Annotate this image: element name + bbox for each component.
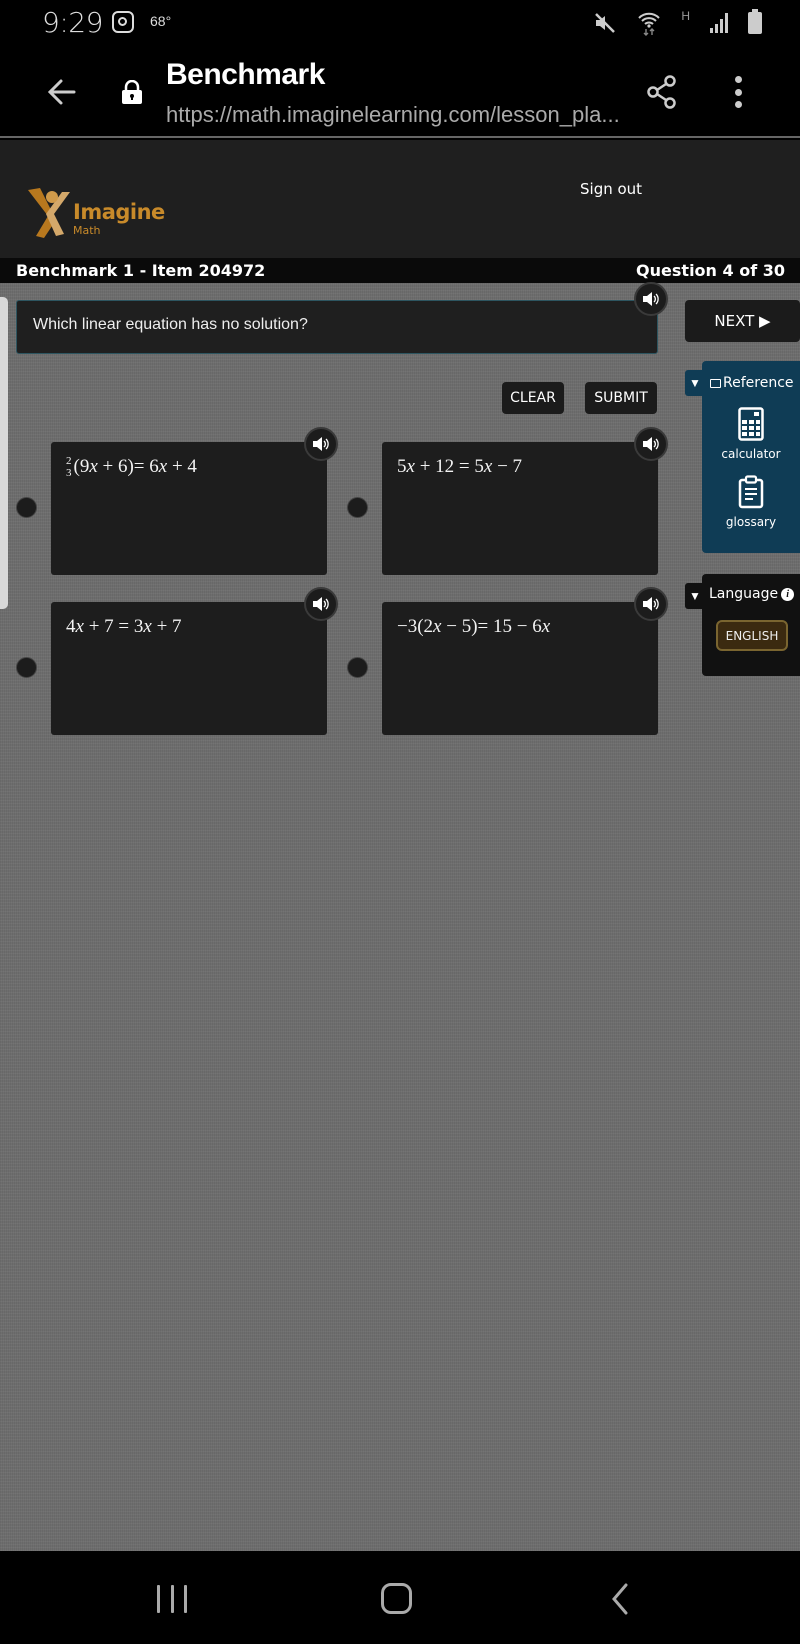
next-button[interactable]: NEXT ▶ [685,300,800,342]
status-bar: 9:29 68° H [0,0,800,46]
speaker-icon [643,437,659,451]
battery-icon [748,9,762,34]
logo-subtext: Math [73,224,101,237]
more-vert-icon[interactable] [726,76,750,108]
answer-c-radio[interactable] [16,657,37,678]
side-drawer-handle[interactable] [0,297,8,609]
language-panel: Language i ENGLISH [702,574,800,676]
question-area: Which linear equation has no solution? N… [0,282,800,1551]
answer-a-radio[interactable] [16,497,37,518]
language-header: Language i [709,586,795,602]
clipboard-icon [738,475,764,509]
clear-button[interactable]: CLEAR [502,382,564,414]
calculator-label: calculator [721,447,781,461]
info-icon[interactable]: i [781,587,795,601]
answer-b-audio-button[interactable] [634,427,668,461]
browser-toolbar: Benchmark https://math.imaginelearning.c… [0,46,800,138]
url-field[interactable]: https://math.imaginelearning.com/lesson_… [166,102,620,128]
share-icon[interactable] [646,74,678,110]
sign-out-link[interactable]: Sign out [580,180,642,198]
reference-title: Reference [723,375,794,391]
answer-a-card[interactable]: 23 (9x + 6)= 6x + 4 [51,442,327,575]
answer-c-audio-button[interactable] [304,587,338,621]
logo-figure-icon [28,188,70,238]
page-title: Benchmark [166,58,325,91]
answer-d-equation: −3(2x − 5)= 15 − 6x [397,616,551,637]
lock-icon [122,80,142,104]
reference-header: Reference [710,375,794,391]
answer-a-audio-button[interactable] [304,427,338,461]
item-title: Benchmark 1 - Item 204972 [16,261,266,280]
calculator-icon [738,407,764,441]
question-text: Which linear equation has no solution? [33,316,308,333]
question-progress: Question 4 of 30 [636,261,785,280]
instagram-icon [112,11,134,33]
wifi-icon [638,12,661,36]
answer-c-equation: 4x + 7 = 3x + 7 [66,616,182,637]
signal-icon [710,13,728,33]
answer-c-card[interactable]: 4x + 7 = 3x + 7 [51,602,327,735]
speaker-icon [313,437,329,451]
home-icon[interactable] [381,1583,412,1614]
speaker-icon [643,597,659,611]
system-nav-bar [0,1551,800,1644]
answer-d-radio[interactable] [347,657,368,678]
glossary-button[interactable]: glossary [702,475,800,529]
answer-d-audio-button[interactable] [634,587,668,621]
submit-button[interactable]: SUBMIT [585,382,657,414]
item-bar: Benchmark 1 - Item 204972 Question 4 of … [0,258,800,283]
question-box: Which linear equation has no solution? [16,300,658,354]
reference-panel: Reference calculator glossary [702,361,800,553]
answer-b-radio[interactable] [347,497,368,518]
calculator-button[interactable]: calculator [702,407,800,461]
network-type: H [681,9,690,23]
back-arrow-icon[interactable] [44,74,80,110]
speaker-icon [313,597,329,611]
recent-apps-icon[interactable] [157,1585,187,1613]
language-title: Language [709,586,779,602]
temperature: 68° [150,13,172,29]
logo-text: Imagine [73,200,165,224]
question-audio-button[interactable] [634,282,668,316]
speaker-icon [643,292,659,306]
answer-d-card[interactable]: −3(2x − 5)= 15 − 6x [382,602,658,735]
answer-b-card[interactable]: 5x + 12 = 5x − 7 [382,442,658,575]
answer-b-equation: 5x + 12 = 5x − 7 [397,456,523,477]
clock: 9:29 [42,6,103,39]
answer-a-equation: 23 (9x + 6)= 6x + 4 [66,455,197,480]
nav-back-icon[interactable] [608,1583,632,1615]
mute-icon [595,13,616,33]
imagine-math-logo: Imagine Math [26,186,165,246]
status-icons: H [593,8,762,38]
glossary-label: glossary [725,515,777,529]
fraction: 23 [66,455,72,480]
app-header: Imagine Math Sign out [0,140,800,258]
language-english-button[interactable]: ENGLISH [716,620,788,651]
reference-icon [710,378,721,388]
